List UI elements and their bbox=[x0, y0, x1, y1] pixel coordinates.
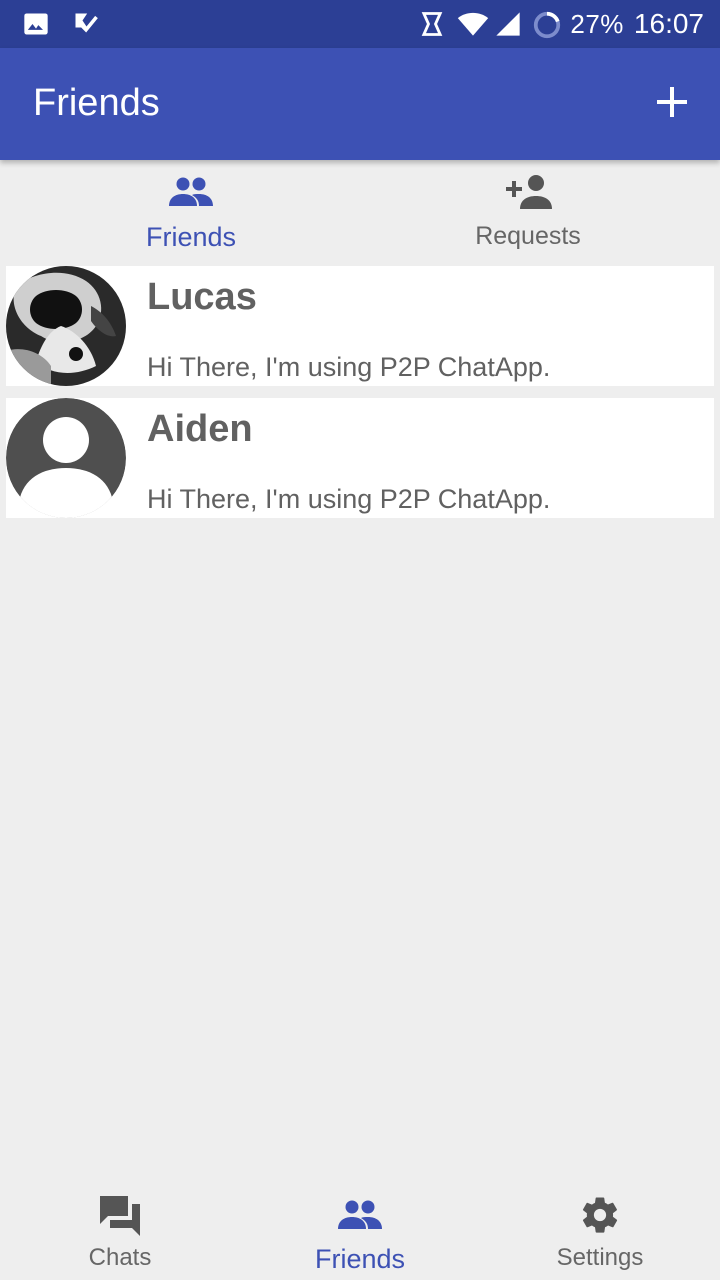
signal-icon bbox=[494, 10, 522, 38]
top-tabs: Friends Requests bbox=[0, 160, 720, 260]
people-icon bbox=[337, 1192, 383, 1238]
tab-friends-label: Friends bbox=[145, 222, 237, 252]
nav-settings-label: Settings bbox=[556, 1244, 644, 1271]
add-friend-button[interactable] bbox=[648, 76, 696, 132]
people-icon bbox=[168, 172, 214, 212]
avatar bbox=[6, 398, 126, 518]
battery-percent: 27% bbox=[570, 8, 624, 39]
friend-status: Hi There, I'm using P2P ChatApp. bbox=[147, 352, 551, 382]
tab-friends[interactable]: Friends bbox=[41, 160, 341, 260]
gear-icon bbox=[579, 1192, 621, 1238]
status-bar: 27% 16:07 bbox=[0, 0, 720, 48]
page-title: Friends bbox=[33, 82, 160, 124]
nav-friends[interactable]: Friends bbox=[260, 1180, 460, 1280]
vibrate-icon bbox=[418, 10, 446, 38]
chat-icon bbox=[98, 1192, 142, 1238]
nav-friends-label: Friends bbox=[314, 1244, 406, 1274]
wifi-icon bbox=[456, 10, 489, 38]
image-icon bbox=[22, 10, 50, 38]
friend-list: Lucas Hi There, I'm using P2P ChatApp. A… bbox=[6, 266, 714, 530]
clock: 16:07 bbox=[633, 8, 704, 39]
tab-requests-label: Requests bbox=[475, 222, 581, 250]
nav-chats[interactable]: Chats bbox=[20, 1180, 220, 1280]
bottom-nav: Chats Friends Settings bbox=[0, 1180, 720, 1280]
avatar bbox=[6, 266, 126, 386]
battery-ring-icon bbox=[532, 10, 561, 39]
check-notification-icon bbox=[72, 10, 100, 38]
person-add-icon bbox=[504, 172, 552, 212]
tab-requests[interactable]: Requests bbox=[378, 160, 678, 260]
app-bar: Friends bbox=[0, 48, 720, 160]
nav-settings[interactable]: Settings bbox=[500, 1180, 700, 1280]
plus-icon bbox=[656, 86, 688, 123]
friend-status: Hi There, I'm using P2P ChatApp. bbox=[147, 484, 551, 514]
friend-name: Aiden bbox=[147, 408, 253, 450]
list-item-lucas[interactable]: Lucas Hi There, I'm using P2P ChatApp. bbox=[6, 266, 714, 386]
friend-name: Lucas bbox=[147, 276, 257, 318]
nav-chats-label: Chats bbox=[88, 1244, 152, 1271]
list-item-aiden[interactable]: Aiden Hi There, I'm using P2P ChatApp. bbox=[6, 398, 714, 518]
